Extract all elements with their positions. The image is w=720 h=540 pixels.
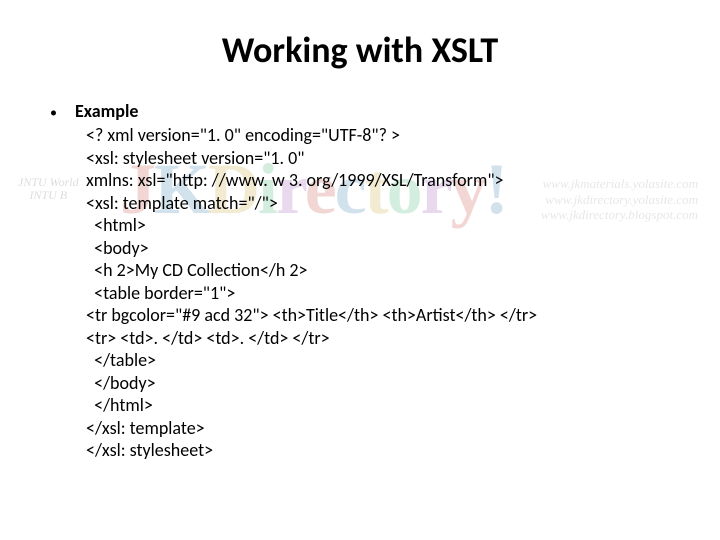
code-line: </table>: [86, 349, 690, 372]
watermark-left-line2: INTU B: [18, 189, 79, 202]
code-line: </xsl: stylesheet>: [86, 439, 690, 462]
code-line: <xsl: stylesheet version="1. 0": [86, 147, 690, 170]
code-line: </body>: [86, 372, 690, 395]
watermark-left: JNTU World INTU B: [18, 176, 79, 201]
bullet-label: Example: [75, 100, 138, 122]
watermark-left-line1: JNTU World: [18, 176, 79, 189]
code-line: <tr bgcolor="#9 acd 32"> <th>Title</th> …: [86, 304, 690, 327]
code-line: <h 2>My CD Collection</h 2>: [86, 259, 690, 282]
code-line: <xsl: template match="/">: [86, 192, 690, 215]
slide-title: Working with XSLT: [30, 28, 690, 72]
slide: JNTU World INTU B JKDirectory! www.jkmat…: [0, 0, 720, 540]
bullet-item: • Example: [50, 100, 690, 122]
code-line: <html>: [86, 214, 690, 237]
code-line: <body>: [86, 237, 690, 260]
bullet-icon: •: [50, 104, 57, 121]
code-line: </html>: [86, 394, 690, 417]
code-line: xmlns: xsl="http: //www. w 3. org/1999/X…: [86, 169, 690, 192]
code-block: <? xml version="1. 0" encoding="UTF-8"? …: [86, 124, 690, 462]
code-line: <table border="1">: [86, 282, 690, 305]
code-line: <tr> <td>. </td> <td>. </td> </tr>: [86, 327, 690, 350]
code-line: </xsl: template>: [86, 417, 690, 440]
code-line: <? xml version="1. 0" encoding="UTF-8"? …: [86, 124, 690, 147]
